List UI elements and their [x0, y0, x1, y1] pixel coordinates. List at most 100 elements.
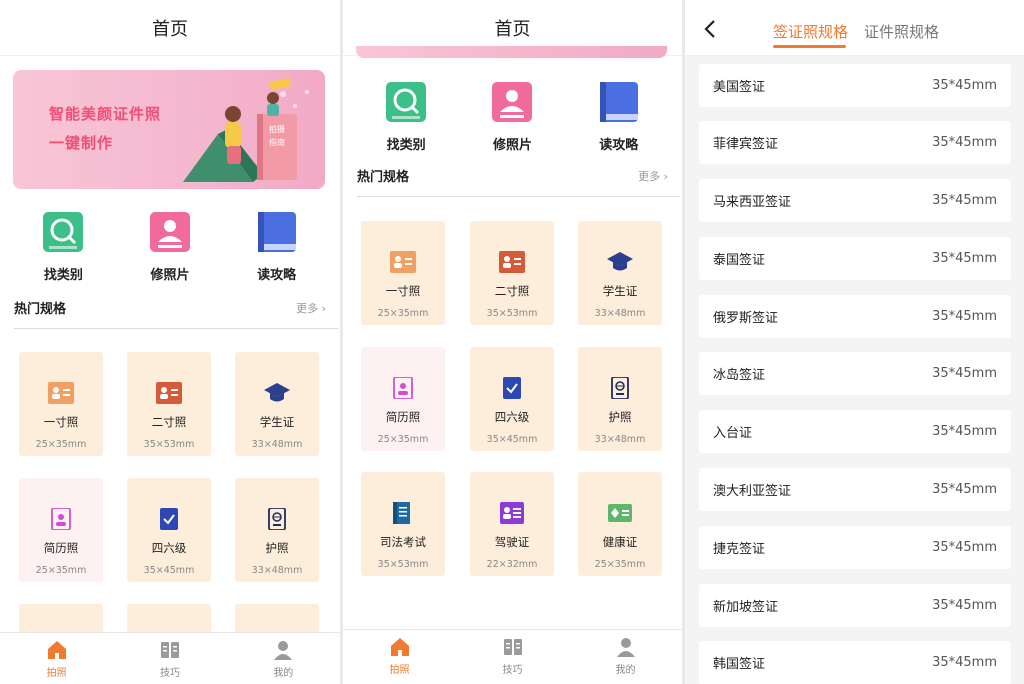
visa-name: 泰国签证	[713, 253, 766, 268]
section-title: 热门规格	[14, 302, 67, 317]
list-item[interactable]: 新加坡签证 35*45mm	[699, 584, 1011, 627]
spec-size: 33×48mm	[594, 308, 646, 319]
spec-size: 35×53mm	[486, 308, 538, 319]
tab-label: 拍照	[389, 665, 410, 676]
spec-card[interactable]: 驾驶证 22×32mm	[470, 472, 554, 576]
list-item[interactable]: 菲律宾签证 35*45mm	[699, 121, 1011, 164]
spec-card[interactable]: 四六级 35×45mm	[127, 478, 211, 582]
category-guide[interactable]: 读攻略	[574, 80, 664, 153]
category-label: 找类别	[43, 268, 83, 283]
category-retouch[interactable]: 修照片	[125, 210, 215, 283]
search-doc-icon	[386, 82, 427, 122]
tab-mine[interactable]: 我的	[586, 630, 666, 684]
category-label: 读攻略	[257, 268, 297, 283]
more-link[interactable]: 更多 ›	[638, 168, 668, 184]
exam-icon	[503, 377, 521, 399]
tab-mine[interactable]: 我的	[243, 633, 323, 684]
tab-label: 技巧	[502, 665, 523, 676]
person-doc-icon	[149, 212, 190, 252]
visa-name: 菲律宾签证	[713, 137, 779, 152]
visa-name: 新加坡签证	[713, 600, 779, 615]
spec-name: 二寸照	[151, 415, 187, 429]
tab-id-specs[interactable]: 证件照规格	[864, 21, 939, 42]
home-icon	[390, 638, 409, 656]
exam-icon	[160, 508, 178, 530]
home-icon	[47, 641, 66, 659]
spec-name: 一寸照	[43, 415, 79, 429]
svg-text:指南: 指南	[269, 137, 285, 147]
visa-size: 35*45mm	[932, 482, 997, 497]
spec-card[interactable]: 四六级 35×45mm	[470, 347, 554, 451]
divider	[357, 196, 680, 197]
visa-size: 35*45mm	[932, 135, 997, 150]
category-find[interactable]: 找类别	[361, 80, 451, 153]
category-row: 找类别 修照片 读攻略	[343, 80, 682, 153]
category-retouch[interactable]: 修照片	[467, 80, 557, 153]
spec-size: 33×48mm	[251, 439, 303, 450]
list-item[interactable]: 捷克签证 35*45mm	[699, 526, 1011, 569]
category-label: 读攻略	[599, 138, 639, 153]
list-item[interactable]: 韩国签证 35*45mm	[699, 641, 1011, 684]
tab-tips[interactable]: 技巧	[130, 633, 210, 684]
visa-name: 入台证	[713, 426, 753, 441]
visa-size: 35*45mm	[932, 251, 997, 266]
list-item[interactable]: 马来西亚签证 35*45mm	[699, 179, 1011, 222]
list-item[interactable]: 美国签证 35*45mm	[699, 64, 1011, 107]
section-title: 热门规格	[357, 170, 410, 185]
spec-card[interactable]: 学生证 33×48mm	[578, 221, 662, 325]
promo-banner[interactable]	[356, 46, 667, 58]
visa-size: 35*45mm	[932, 598, 997, 613]
spec-name: 四六级	[151, 541, 187, 555]
banner-headline: 智能美颜证件照	[49, 105, 162, 123]
tab-tips[interactable]: 技巧	[473, 630, 553, 684]
category-row: 找类别 修照片 读攻略	[0, 210, 340, 283]
passport-icon	[611, 377, 629, 399]
category-find[interactable]: 找类别	[18, 210, 108, 283]
health-card-icon	[608, 504, 632, 522]
more-link[interactable]: 更多 ›	[296, 300, 326, 316]
tab-label: 拍照	[46, 668, 67, 679]
book-open-icon	[503, 639, 522, 655]
spec-card[interactable]: 护照 33×48mm	[235, 478, 319, 582]
spec-size: 25×35mm	[35, 565, 87, 576]
category-label: 修照片	[492, 138, 532, 153]
visa-name: 美国签证	[713, 80, 766, 95]
active-tab-indicator	[773, 45, 846, 48]
tab-visa-specs[interactable]: 签证照规格	[773, 21, 848, 42]
visa-name: 韩国签证	[713, 657, 766, 672]
list-item[interactable]: 泰国签证 35*45mm	[699, 237, 1011, 280]
spec-card[interactable]: 学生证 33×48mm	[235, 352, 319, 456]
category-guide[interactable]: 读攻略	[232, 210, 322, 283]
spec-card[interactable]: 一寸照 25×35mm	[19, 352, 103, 456]
list-item[interactable]: 冰岛签证 35*45mm	[699, 352, 1011, 395]
visa-size: 35*45mm	[932, 78, 997, 93]
graduation-cap-icon	[607, 252, 633, 271]
visa-size: 35*45mm	[932, 540, 997, 555]
list-item[interactable]: 入台证 35*45mm	[699, 410, 1011, 453]
spec-card[interactable]: 二寸照 35×53mm	[470, 221, 554, 325]
visa-size: 35*45mm	[932, 309, 997, 324]
back-arrow-icon[interactable]	[701, 18, 721, 40]
spec-card[interactable]: 简历照 25×35mm	[19, 478, 103, 582]
spec-card[interactable]: 健康证 25×35mm	[578, 472, 662, 576]
spec-name: 简历照	[43, 541, 79, 555]
resume-icon	[393, 377, 413, 399]
category-label: 找类别	[386, 138, 426, 153]
spec-card[interactable]: 司法考试 35×53mm	[361, 472, 445, 576]
resume-icon	[51, 508, 71, 530]
visa-name: 冰岛签证	[713, 368, 766, 383]
tab-photo[interactable]: 拍照	[360, 630, 440, 684]
visa-name: 澳大利亚签证	[713, 484, 792, 499]
spec-card[interactable]: 护照 33×48mm	[578, 347, 662, 451]
visa-name: 俄罗斯签证	[713, 311, 779, 326]
visa-size: 35*45mm	[932, 193, 997, 208]
promo-banner[interactable]: 智能美颜证件照 一键制作 拍摄 指南	[13, 70, 325, 189]
spec-card[interactable]: 二寸照 35×53mm	[127, 352, 211, 456]
spec-card[interactable]: 简历照 25×35mm	[361, 347, 445, 451]
list-item[interactable]: 俄罗斯签证 35*45mm	[699, 295, 1011, 338]
id-card-icon	[499, 251, 525, 273]
spec-card[interactable]: 一寸照 25×35mm	[361, 221, 445, 325]
tab-photo[interactable]: 拍照	[17, 633, 97, 684]
tab-label: 我的	[273, 668, 294, 679]
list-item[interactable]: 澳大利亚签证 35*45mm	[699, 468, 1011, 511]
